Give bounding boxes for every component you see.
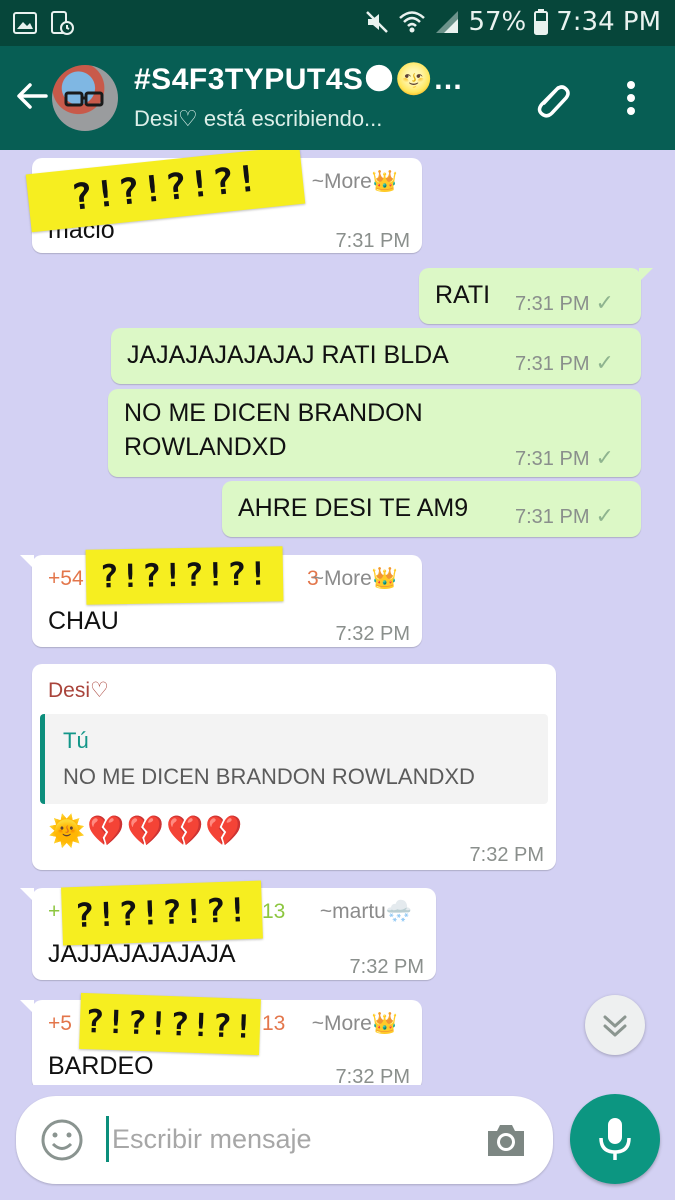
message-time: 7:31 PM (335, 230, 410, 252)
sender-phone-suffix: 13 (262, 900, 286, 923)
bubble-tail (639, 268, 653, 282)
bubble-tail (20, 1000, 34, 1014)
message-input[interactable] (112, 1114, 472, 1164)
sender-nickname: ~More👑 (311, 170, 398, 193)
redaction-sticker: ?!?!?!?! (79, 992, 261, 1056)
clock: 7:34 PM (556, 7, 661, 37)
sender-phone-prefix: +5 (48, 1012, 72, 1035)
message-time-text: 7:31 PM (515, 448, 590, 470)
redaction-sticker: ?!?!?!?! (85, 546, 284, 605)
signal-icon (436, 11, 459, 33)
sender-phone-prefix: +54 (48, 567, 84, 590)
microphone-icon (599, 1118, 631, 1160)
sender-nickname: ~martu🌨️ (319, 900, 412, 923)
sent-check-icon: ✓ (595, 445, 614, 470)
message-text: CHAU (48, 607, 119, 635)
more-options-icon[interactable] (616, 78, 646, 118)
message-text-line: NO ME DICEN BRANDON (124, 399, 423, 427)
outgoing-message[interactable]: JAJAJAJAJAJAJ RATI BLDA 7:31 PM ✓ (111, 328, 641, 384)
avatar-image (64, 91, 104, 107)
sent-check-icon: ✓ (595, 350, 614, 375)
outgoing-message[interactable]: NO ME DICEN BRANDON ROWLANDXD 7:31 PM ✓ (108, 389, 641, 477)
quoted-message[interactable]: Tú NO ME DICEN BRANDON ROWLANDXD (40, 714, 548, 804)
message-text: AHRE DESI TE AM9 (238, 494, 469, 522)
message-time: 7:31 PM ✓ (515, 290, 614, 316)
text-cursor (106, 1116, 109, 1162)
bubble-tail (20, 888, 34, 902)
message-time: 7:32 PM (349, 956, 424, 978)
message-text: RATI (435, 281, 491, 309)
message-time-text: 7:31 PM (515, 353, 590, 375)
sender-name: Desi♡ (48, 679, 109, 702)
voice-record-button[interactable] (570, 1094, 660, 1184)
message-time: 7:31 PM ✓ (515, 350, 614, 376)
camera-icon[interactable] (484, 1120, 528, 1160)
message-text: BARDEO (48, 1052, 154, 1080)
sender-phone-suffix: 13 (262, 1012, 286, 1035)
sender-nickname: ~More👑 (311, 1012, 398, 1035)
outgoing-message[interactable]: AHRE DESI TE AM9 7:31 PM ✓ (222, 481, 641, 537)
quoted-text: NO ME DICEN BRANDON ROWLANDXD (63, 764, 475, 789)
battery-percentage: 57% (468, 7, 527, 37)
sent-check-icon: ✓ (595, 290, 614, 315)
sender-phone-prefix: + (48, 900, 61, 923)
chat-header: #S4F3TYPUT4S🌑🌝… Desi♡ está escribiendo..… (0, 46, 675, 150)
message-emoji: 🌞💔💔💔💔 (48, 815, 245, 848)
message-text: JAJAJAJAJAJAJ RATI BLDA (127, 341, 449, 369)
wifi-icon (399, 11, 426, 33)
message-time: 7:31 PM ✓ (515, 503, 614, 529)
chat-area[interactable]: ~More👑 macio 7:31 PM ?!?!?!?! RATI 7:31 … (0, 150, 675, 1085)
message-time: 7:32 PM (469, 844, 544, 866)
status-bar: 57% 7:34 PM (0, 0, 675, 46)
screen-alert-icon (51, 11, 74, 35)
message-composer (16, 1096, 553, 1184)
message-time: 7:32 PM (335, 1066, 410, 1085)
sender-nickname: ~More👑 (311, 567, 398, 590)
group-title[interactable]: #S4F3TYPUT4S🌑🌝… (134, 62, 464, 97)
message-time: 7:31 PM ✓ (515, 445, 614, 471)
mute-icon (366, 11, 389, 33)
group-avatar[interactable] (52, 65, 118, 131)
outgoing-message[interactable]: RATI 7:31 PM ✓ (419, 268, 641, 324)
paperclip-icon[interactable] (528, 76, 576, 124)
message-time-text: 7:31 PM (515, 293, 590, 315)
quoted-author: Tú (63, 728, 89, 753)
typing-status: Desi♡ está escribiendo... (134, 106, 383, 131)
message-time: 7:32 PM (335, 623, 410, 645)
sent-check-icon: ✓ (595, 503, 614, 528)
back-arrow-icon[interactable] (12, 76, 52, 116)
gallery-icon (13, 12, 37, 34)
battery-icon (534, 9, 549, 35)
bubble-tail (20, 555, 34, 569)
message-time-text: 7:31 PM (515, 506, 590, 528)
message-text-line: ROWLANDXD (124, 433, 287, 461)
emoji-icon[interactable] (40, 1118, 84, 1162)
double-chevron-down-icon (603, 1015, 627, 1037)
redaction-sticker: ?!?!?!?! (61, 880, 263, 946)
scroll-to-bottom-button[interactable] (585, 995, 645, 1055)
